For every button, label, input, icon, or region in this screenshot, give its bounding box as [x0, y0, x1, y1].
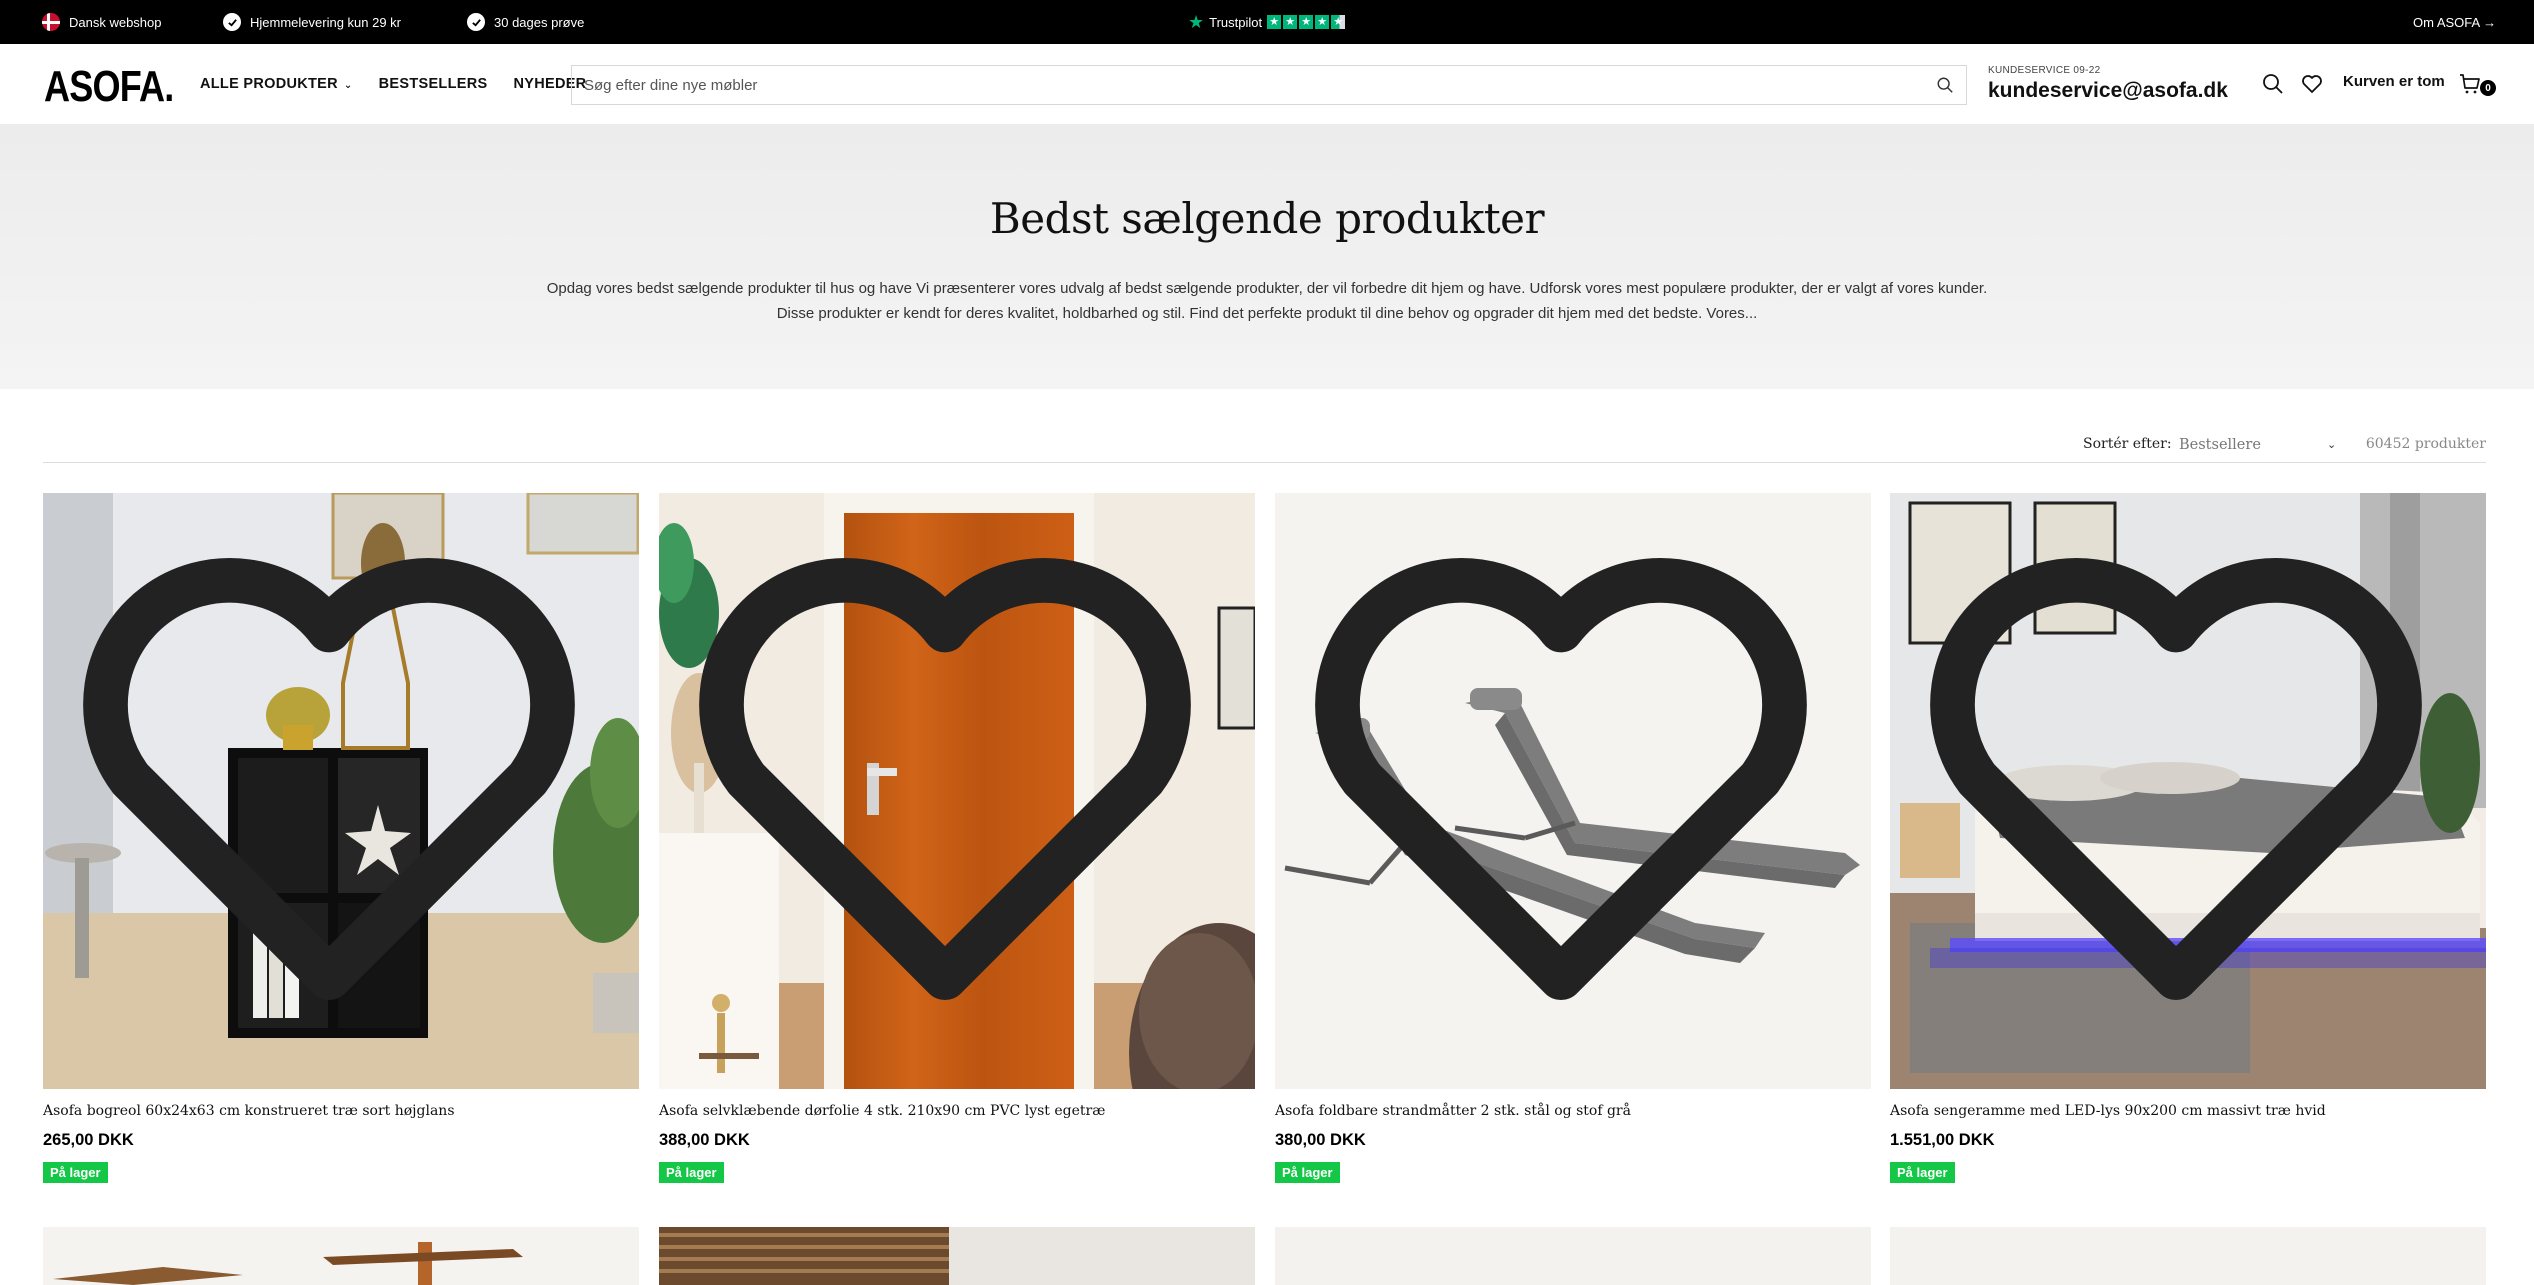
search-bar [571, 65, 1967, 105]
check-icon [467, 13, 485, 31]
chevron-down-icon: ⌄ [343, 80, 353, 91]
product-card[interactable]: Asofa foldbare strandmåtter 2 stk. stål … [1275, 493, 1871, 1183]
product-image[interactable] [659, 493, 1255, 1089]
customer-service: KUNDESERVICE 09-22 kundeservice@asofa.dk [1988, 65, 2228, 103]
cart-count-badge: 0 [2480, 80, 2496, 96]
danish-flag-icon [42, 13, 60, 31]
trial-note: 30 dages prøve [467, 0, 584, 44]
support-hours: KUNDESERVICE 09-22 [1988, 65, 2101, 76]
stock-badge: På lager [43, 1162, 108, 1183]
product-card-image-partial[interactable] [1890, 1227, 2486, 1285]
product-card[interactable]: Asofa selvklæbende dørfolie 4 stk. 210x9… [659, 493, 1255, 1183]
product-card-image-partial[interactable] [659, 1227, 1255, 1285]
listing-toolbar: Sortér efter: Bestsellere ⌄ 60452 produk… [43, 428, 2486, 463]
category-description: Opdag vores bedst sælgende produkter til… [546, 280, 1988, 322]
product-price: 1.551,00 DKK [1890, 1131, 1995, 1149]
trustpilot-label: Trustpilot [1209, 14, 1263, 30]
product-image [43, 1227, 639, 1285]
announcement-text: Dansk webshop [69, 14, 162, 30]
star-icon: ★ [1283, 15, 1298, 29]
about-link[interactable]: Om ASOFA → [2413, 0, 2496, 44]
page-title: Bedst sælgende produkter [989, 194, 1545, 243]
nav-all-products[interactable]: ALLE PRODUKTER ⌄ [200, 76, 353, 92]
rating-stars: ★ ★ ★ ★ ★ [1267, 15, 1346, 29]
trustpilot-rating[interactable]: ★ Trustpilot ★ ★ ★ ★ ★ [1188, 0, 1346, 44]
search-input[interactable] [584, 76, 1936, 94]
danish-webshop-note: Dansk webshop [42, 0, 162, 44]
check-icon [223, 13, 241, 31]
product-title[interactable]: Asofa bogreol 60x24x63 cm konstrueret tr… [43, 1103, 639, 1119]
announcement-text: 30 dages prøve [494, 14, 585, 30]
product-price: 265,00 DKK [43, 1131, 134, 1149]
nav-bestsellers[interactable]: BESTSELLERS [379, 76, 488, 92]
announcement-bar: Dansk webshop Hjemmelevering kun 29 kr 3… [0, 0, 2534, 44]
product-price: 380,00 DKK [1275, 1131, 1366, 1149]
star-icon: ★ [1299, 15, 1314, 29]
wishlist-heart-icon[interactable] [659, 493, 1243, 1077]
wishlist-heart-icon[interactable] [1890, 493, 2474, 1077]
cart-icon[interactable] [2458, 72, 2482, 96]
search-icon[interactable] [1936, 76, 1954, 94]
wishlist-heart-icon[interactable] [43, 493, 627, 1077]
product-card[interactable]: Asofa sengeramme med LED-lys 90x200 cm m… [1890, 493, 2486, 1183]
star-icon: ★ [1267, 15, 1282, 29]
about-link-label[interactable]: Om ASOFA → [2413, 15, 2496, 30]
announcement-text: Hjemmelevering kun 29 kr [250, 14, 402, 30]
search-icon[interactable] [2261, 72, 2285, 96]
cart-status[interactable]: Kurven er tom [2343, 73, 2445, 90]
product-image[interactable] [1890, 493, 2486, 1089]
product-title[interactable]: Asofa selvklæbende dørfolie 4 stk. 210x9… [659, 1103, 1255, 1119]
chevron-down-icon[interactable]: ⌄ [2327, 438, 2336, 451]
product-image[interactable] [1275, 493, 1871, 1089]
product-card-image-partial[interactable] [1275, 1227, 1871, 1285]
main-nav: ALLE PRODUKTER ⌄ BESTSELLERS NYHEDER [200, 44, 586, 124]
category-hero: Bedst sælgende produkter Opdag vores bed… [0, 124, 2534, 389]
support-email[interactable]: kundeservice@asofa.dk [1988, 79, 2228, 103]
site-header: ASOFA. ALLE PRODUKTER ⌄ BESTSELLERS NYHED… [0, 44, 2534, 124]
product-count: 60452 produkter [2365, 436, 2486, 452]
product-title[interactable]: Asofa sengeramme med LED-lys 90x200 cm m… [1890, 1103, 2486, 1119]
product-card-image-partial[interactable] [43, 1227, 639, 1285]
star-icon: ★ [1315, 15, 1330, 29]
product-image[interactable] [43, 493, 639, 1089]
stock-badge: På lager [1890, 1162, 1955, 1183]
wishlist-heart-icon[interactable] [2300, 72, 2324, 96]
wishlist-heart-icon[interactable] [1275, 493, 1859, 1077]
star-icon: ★ [1331, 15, 1346, 29]
product-price: 388,00 DKK [659, 1131, 750, 1149]
trustpilot-star-icon: ★ [1188, 12, 1205, 32]
stock-badge: På lager [659, 1162, 724, 1183]
product-image [659, 1227, 1255, 1285]
product-title[interactable]: Asofa foldbare strandmåtter 2 stk. stål … [1275, 1103, 1871, 1119]
sort-label: Sortér efter: [2083, 436, 2172, 452]
stock-badge: På lager [1275, 1162, 1340, 1183]
delivery-note: Hjemmelevering kun 29 kr [223, 0, 401, 44]
nav-label[interactable]: ALLE PRODUKTER [200, 76, 338, 92]
product-card[interactable]: Asofa bogreol 60x24x63 cm konstrueret tr… [43, 493, 639, 1183]
sort-select[interactable]: Bestsellere [2179, 437, 2339, 453]
logo[interactable]: ASOFA. [44, 62, 174, 112]
